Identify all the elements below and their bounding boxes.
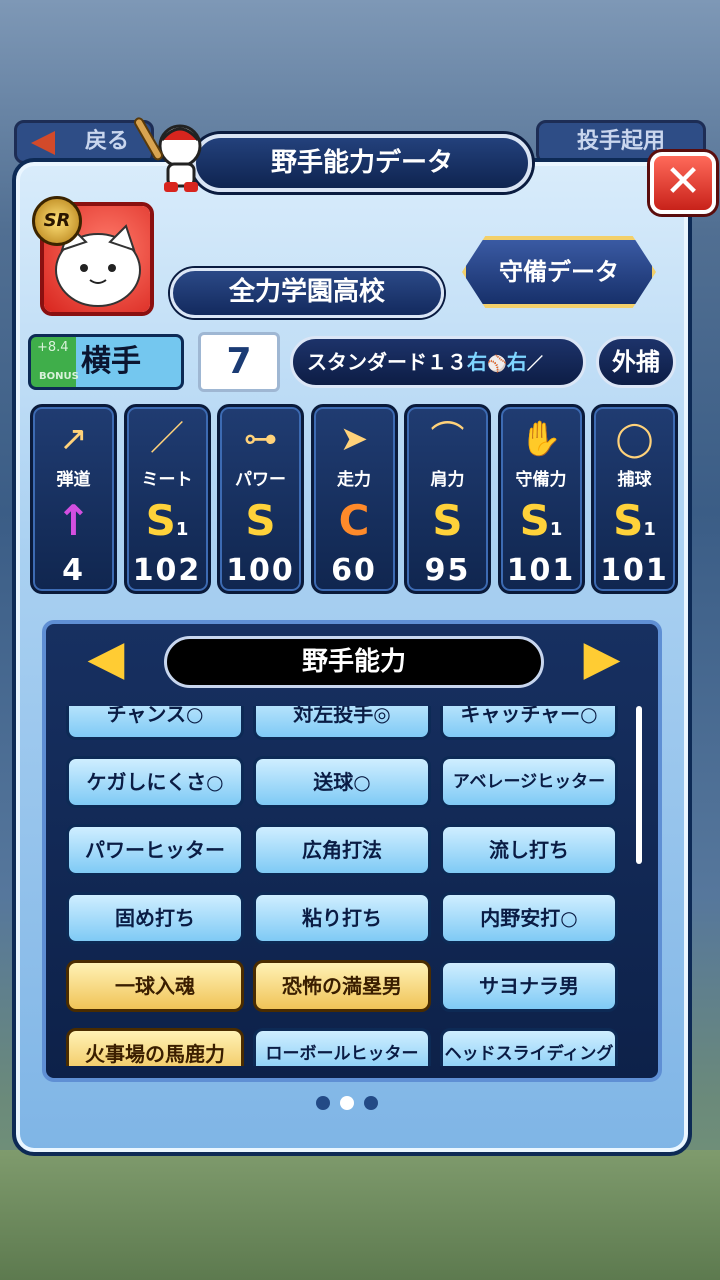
stat-card: ➤ 走力 C 60 [310,404,398,594]
ability-item[interactable]: 流し打ち [440,824,618,876]
stat-card: ✋ 守備力 S1 101 [497,404,585,594]
stat-label: 捕球 [617,470,652,490]
pitcher-assign-label: 投手起用 [576,129,665,154]
rarity-text: SR [43,210,71,231]
stat-value: 60 [331,553,377,588]
ability-item[interactable]: アベレージヒッター [440,756,618,808]
ability-item[interactable]: 恐怖の満塁男 [253,960,431,1012]
back-label: 戻る [85,129,130,154]
batting-form: スタンダード１３右⚾右／ [290,336,586,388]
glove-icon: ✋ [519,419,563,459]
ability-item[interactable]: 送球○ [253,756,431,808]
back-arrow-icon [31,131,55,155]
dialog-title-text: 野手能力データ [270,148,453,178]
stat-card: ／ ミート S1 102 [123,404,211,594]
close-button[interactable]: ✕ [650,152,716,214]
ability-item[interactable]: チャンス○ [66,706,244,740]
stat-label: 走力 [337,470,371,490]
bat-icon: ／ [150,419,184,459]
prev-page-button[interactable]: ◀ [86,626,126,690]
stat-value: 101 [506,553,576,588]
runner-icon: ➤ [339,419,369,459]
position-bonus-value: +8.4 [37,340,69,355]
batting-form-text: スタンダード１３ [307,350,467,374]
stat-value: 102 [132,553,202,588]
ability-item[interactable]: ケガしにくさ○ [66,756,244,808]
stat-grade-sub: 1 [643,519,656,540]
page-dot [316,1096,330,1110]
uniform-number-text: 7 [226,341,252,382]
ability-item[interactable]: 一球入魂 [66,960,244,1012]
ability-item[interactable]: 粘り打ち [253,892,431,944]
ability-item[interactable]: パワーヒッター [66,824,244,876]
stat-card: ⊶ パワー S 100 [217,404,304,594]
stat-card: ⌒ 肩力 S 95 [404,404,491,594]
dumbbell-icon: ⊶ [243,419,278,459]
page-dot [340,1096,354,1110]
position-tag: +8.4 BONUS 横手 [28,334,184,390]
bat-small-icon: ／ [526,354,543,373]
ability-title: 野手能力 [164,636,544,688]
field-background [0,1150,720,1280]
ability-title-text: 野手能力 [301,647,406,677]
stat-label: 弾道 [56,470,91,490]
throw-arc-icon: ⌒ [430,419,465,459]
stat-grade: S1 [519,496,563,545]
ability-item[interactable]: ローボールヒッター [253,1028,431,1066]
sub-position-text: 外捕 [612,348,660,376]
throws-hand: 右 [467,350,487,374]
rarity-badge: SR [32,196,82,246]
stat-label: 守備力 [515,470,567,490]
stat-label: パワー [235,470,286,490]
stat-label: 肩力 [430,470,465,490]
stat-grade-sub: 1 [175,519,189,540]
stat-grade: S1 [145,496,189,545]
sub-position: 外捕 [596,336,676,388]
ability-item[interactable]: 内野安打○ [440,892,618,944]
catch-ball-icon: ◯ [615,419,654,459]
next-page-button[interactable]: ▶ [582,626,622,690]
ability-item[interactable]: 対左投手◎ [253,706,431,740]
stat-grade: S [432,496,463,545]
position-text: 横手 [81,344,141,379]
mascot-batter-icon [134,117,202,192]
stat-label: ミート [141,470,193,490]
stat-grade-sub: 1 [549,519,563,540]
position-bonus-label: BONUS [39,371,79,382]
uniform-number: 7 [198,332,280,392]
defense-data-label: 守備データ [499,258,619,286]
stat-grade: ↑ [55,496,92,545]
close-icon: ✕ [664,156,702,207]
page-dot [364,1096,378,1110]
stat-card: ◯ 捕球 S1 101 [591,404,678,594]
ability-item[interactable]: 広角打法 [253,824,431,876]
scrollbar-thumb[interactable] [636,706,642,864]
school-name: 全力学園高校 [170,268,444,318]
ability-list[interactable]: チャンス○ 対左投手◎ キャッチャー○ ケガしにくさ○ 送球○ アベレージヒッターパワーヒ… [66,706,626,1066]
baseball-icon: ⚾ [487,354,507,373]
ability-item[interactable]: サヨナラ男 [440,960,618,1012]
stat-value: 100 [226,553,295,588]
stat-grade: C [338,496,370,545]
dialog-title: 野手能力データ [192,134,532,192]
page-indicator [316,1094,396,1114]
bats-hand: 右 [506,350,527,374]
stat-grade: S [245,496,276,545]
stats-row: ↗ 弾道 ↑ 4 ／ ミート S1 102 ⊶ パワー S 100 ➤ 走力 C 60 ⌒ 肩力 S 95 ✋ 守備力 S1… [30,404,678,594]
stat-grade: S1 [613,496,656,545]
ability-item[interactable]: キャッチャー○ [440,706,618,740]
ability-item[interactable]: 火事場の馬鹿力 [66,1028,244,1066]
stat-value: 101 [600,553,669,588]
stat-value: 4 [62,553,85,588]
school-name-text: 全力学園高校 [228,277,385,307]
arrow-bat-icon: ↗ [59,419,88,459]
ability-item[interactable]: 固め打ち [66,892,244,944]
stat-value: 95 [424,553,471,588]
ability-item[interactable]: ヘッドスライディング [440,1028,618,1066]
stat-card: ↗ 弾道 ↑ 4 [30,404,117,594]
defense-data-button[interactable]: 守備データ [462,236,656,308]
ability-scrollbar[interactable] [634,706,644,1066]
